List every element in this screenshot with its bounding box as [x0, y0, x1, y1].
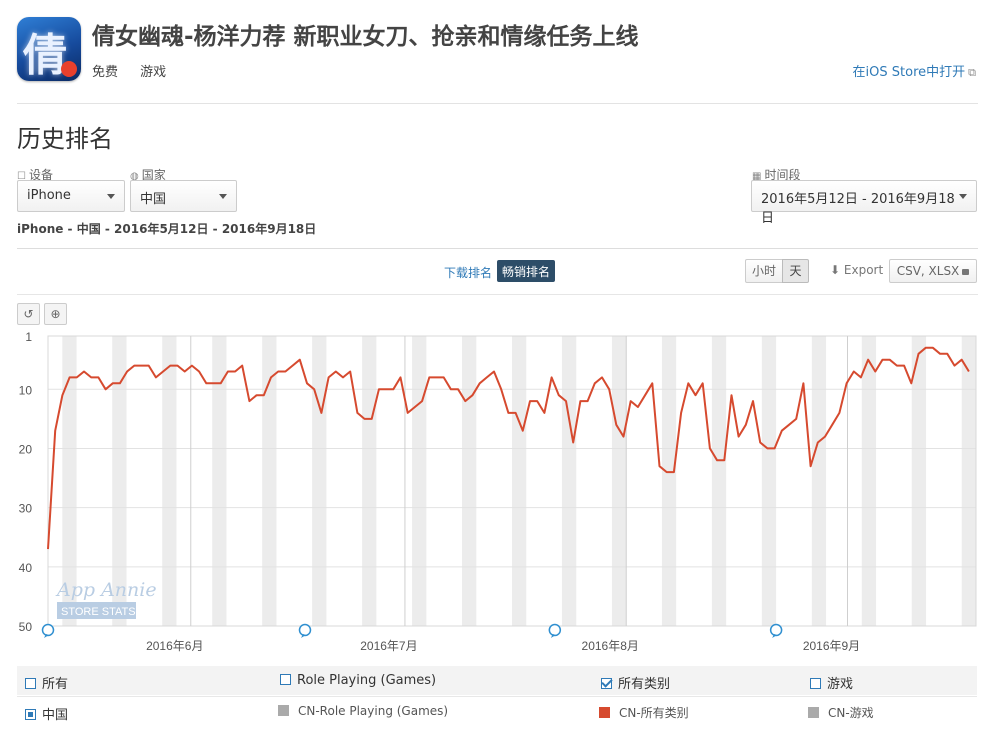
legend-category-rpg[interactable]: Role Playing (Games) [280, 673, 436, 688]
ios-store-link-label: 在iOS Store中打开 [852, 65, 966, 80]
app-title: 倩女幽魂-杨洋力荐 新职业女刀、抢亲和情缘任务上线 [92, 24, 639, 50]
device-select[interactable]: iPhone [17, 180, 125, 212]
country-select[interactable]: 中国 [130, 180, 237, 212]
weekend-band [462, 336, 477, 626]
checkbox-icon [810, 678, 821, 689]
weekend-band [861, 336, 877, 626]
netease-badge-icon [61, 61, 77, 77]
zoom-icon: ⊕ [50, 307, 61, 321]
app-icon: 倩 [17, 17, 81, 81]
toolbar-divider [17, 294, 978, 295]
zoom-button[interactable]: ⊕ [44, 303, 67, 325]
legend-country-china[interactable]: 中国 [25, 704, 68, 723]
weekend-band [512, 336, 527, 626]
legend-series-row: 中国 CN-Role Playing (Games) CN-所有类别 CN-游戏 [17, 696, 977, 725]
chevron-down-icon [219, 194, 227, 199]
tab-download-rank[interactable]: 下载排名 [444, 264, 492, 281]
download-icon: ⬇ [830, 263, 841, 277]
reset-zoom-button[interactable]: ↺ [17, 303, 40, 325]
lock-icon [962, 269, 970, 275]
granularity-day-button[interactable]: 天 [782, 259, 809, 283]
period-select-value: 2016年5月12日 - 2016年9月18日 [761, 192, 955, 226]
tab-grossing-rank[interactable]: 畅销排名 [497, 260, 556, 282]
undo-icon: ↺ [23, 307, 34, 321]
x-tick-label: 2016年8月 [582, 639, 639, 653]
weekend-band [362, 336, 377, 626]
chevron-down-icon [107, 194, 115, 199]
legend-series-cn-rpg[interactable]: CN-Role Playing (Games) [278, 704, 448, 718]
weekend-band [711, 336, 727, 626]
x-tick-label: 2016年7月 [360, 639, 417, 653]
period-select[interactable]: 2016年5月12日 - 2016年9月18日 [751, 180, 977, 226]
y-tick-label: 50 [19, 620, 33, 634]
chevron-down-icon [959, 194, 967, 199]
checkbox-icon [25, 678, 36, 689]
y-tick-label: 40 [19, 561, 33, 575]
legend-series-cn-games[interactable]: CN-游戏 [808, 704, 874, 721]
swatch-icon [599, 707, 610, 718]
app-meta: 免费 游戏 [92, 61, 184, 80]
export-csv-xlsx-button[interactable]: CSV, XLSX [889, 259, 977, 283]
annotation-marker-icon[interactable] [41, 623, 55, 639]
swatch-icon [278, 705, 289, 716]
country-select-value: 中国 [140, 192, 167, 207]
weekend-band [312, 336, 327, 626]
x-tick-label: 2016年6月 [146, 639, 203, 653]
checkbox-selected-icon [25, 709, 36, 720]
legend-category-row: 所有 Role Playing (Games) 所有类别 游戏 [17, 666, 977, 695]
annotation-marker-icon[interactable] [298, 623, 312, 639]
legend: 所有 Role Playing (Games) 所有类别 游戏 中国 CN-Ro… [17, 666, 977, 726]
export-label[interactable]: ⬇ Export [830, 263, 883, 277]
swatch-icon [808, 707, 819, 718]
weekend-band [661, 336, 677, 626]
filters-divider [17, 248, 978, 249]
chart-subtitle: iPhone - 中国 - 2016年5月12日 - 2016年9月18日 [17, 222, 317, 236]
annotation-marker-icon[interactable] [769, 623, 783, 639]
weekend-band [961, 336, 976, 626]
y-tick-label: 1 [25, 330, 32, 344]
legend-series-cn-all[interactable]: CN-所有类别 [599, 704, 689, 721]
external-link-icon: ⧉ [968, 66, 976, 79]
weekend-band [761, 336, 777, 626]
watermark-line2: STORE STATS [61, 606, 136, 618]
weekend-band [412, 336, 427, 626]
watermark-line1: App Annie [55, 579, 157, 601]
section-title: 历史排名 [17, 125, 113, 153]
app-annie-watermark: App Annie STORE STATS [55, 579, 157, 619]
header-divider [17, 103, 978, 104]
weekend-band [561, 336, 577, 626]
x-tick-label: 2016年9月 [803, 639, 860, 653]
legend-category-games[interactable]: 游戏 [810, 673, 853, 692]
annotation-marker-icon[interactable] [548, 623, 562, 639]
weekend-band [911, 336, 927, 626]
rank-chart[interactable]: App Annie STORE STATS 1 10 20 30 40 50 2016年6月… [0, 330, 995, 660]
weekend-band [162, 336, 177, 626]
checkbox-icon [280, 674, 291, 685]
legend-category-all-categories[interactable]: 所有类别 [601, 673, 670, 692]
weekend-band [212, 336, 227, 626]
app-category: 游戏 [140, 65, 167, 80]
granularity-hour-button[interactable]: 小时 [745, 259, 783, 283]
weekend-band [611, 336, 627, 626]
legend-category-all[interactable]: 所有 [25, 673, 68, 692]
app-price: 免费 [92, 65, 119, 80]
y-tick-label: 30 [19, 502, 33, 516]
open-in-ios-store-link[interactable]: 在iOS Store中打开 ⧉ [853, 61, 976, 80]
app-icon-glyph: 倩 [23, 30, 67, 81]
weekend-band [811, 336, 827, 626]
checkbox-checked-icon [601, 678, 612, 689]
device-select-value: iPhone [27, 188, 71, 203]
y-tick-label: 20 [19, 442, 33, 456]
y-tick-label: 10 [19, 383, 33, 397]
